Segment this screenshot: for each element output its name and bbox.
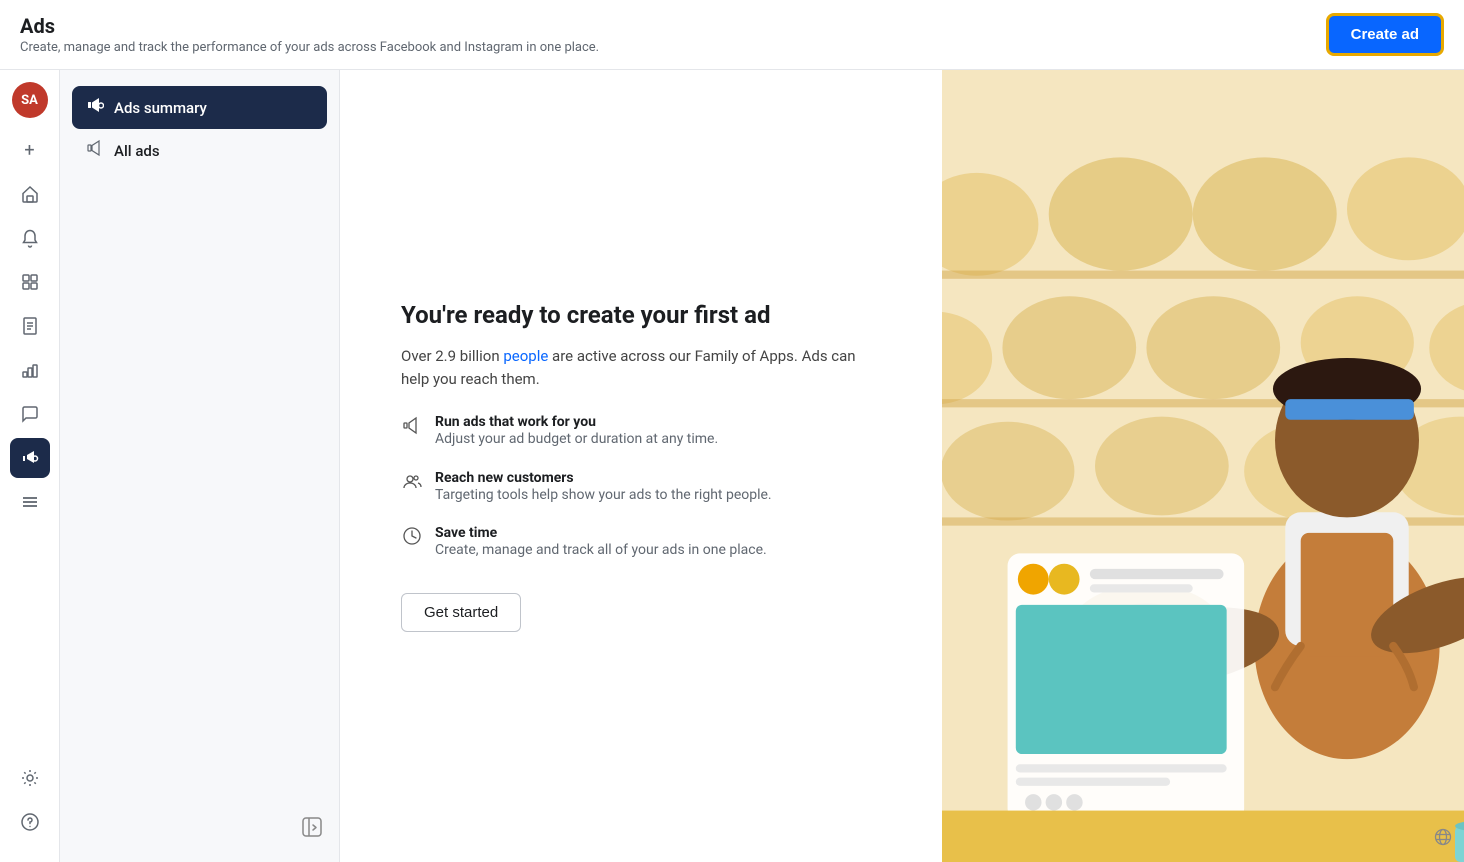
avatar[interactable]: SA xyxy=(12,82,48,118)
all-ads-icon xyxy=(86,139,104,162)
settings-icon[interactable] xyxy=(10,758,50,798)
home-icon[interactable] xyxy=(10,174,50,214)
feature-text-run-ads: Run ads that work for you Adjust your ad… xyxy=(435,414,718,450)
promo-description: Over 2.9 billion people are active acros… xyxy=(401,345,881,390)
get-started-button[interactable]: Get started xyxy=(401,593,521,632)
add-icon[interactable]: + xyxy=(10,130,50,170)
sidebar-item-ads-summary[interactable]: Ads summary xyxy=(72,86,327,129)
icon-sidebar: SA + xyxy=(0,70,60,862)
document-icon[interactable] xyxy=(10,306,50,346)
global-icon[interactable] xyxy=(1434,828,1452,850)
illustration-panel xyxy=(942,70,1464,862)
menu-icon[interactable] xyxy=(10,482,50,522)
page-header: Ads Create, manage and track the perform… xyxy=(0,0,1464,70)
help-icon[interactable] xyxy=(10,802,50,842)
promo-content: You're ready to create your first ad Ove… xyxy=(401,300,881,632)
feature-item-run-ads: Run ads that work for you Adjust your ad… xyxy=(401,414,881,450)
ads-summary-label: Ads summary xyxy=(114,99,207,117)
message-icon[interactable] xyxy=(10,394,50,434)
reach-customers-icon xyxy=(401,471,423,496)
feature-text-reach-customers: Reach new customers Targeting tools help… xyxy=(435,470,772,506)
create-ad-button[interactable]: Create ad xyxy=(1326,13,1444,56)
all-ads-label: All ads xyxy=(114,142,160,160)
sidebar-item-all-ads[interactable]: All ads xyxy=(72,129,327,172)
feature-text-save-time: Save time Create, manage and track all o… xyxy=(435,525,767,561)
main-layout: SA + xyxy=(0,70,1464,862)
grid-icon[interactable] xyxy=(10,262,50,302)
content-area: You're ready to create your first ad Ove… xyxy=(340,70,1464,862)
sidebar-bottom xyxy=(10,758,50,850)
collapse-nav-button[interactable] xyxy=(72,808,327,846)
promo-title: You're ready to create your first ad xyxy=(401,300,881,331)
save-time-icon xyxy=(401,526,423,551)
ads-summary-icon xyxy=(86,96,104,119)
notification-icon[interactable] xyxy=(10,218,50,258)
page-subtitle: Create, manage and track the performance… xyxy=(20,40,599,55)
run-ads-icon xyxy=(401,415,423,440)
page-title: Ads xyxy=(20,14,599,38)
nav-sidebar: Ads summary All ads xyxy=(60,70,340,862)
promo-panel: You're ready to create your first ad Ove… xyxy=(340,70,942,862)
people-link[interactable]: people xyxy=(503,347,548,365)
ads-active-icon[interactable] xyxy=(10,438,50,478)
feature-list: Run ads that work for you Adjust your ad… xyxy=(401,414,881,561)
header-left: Ads Create, manage and track the perform… xyxy=(20,14,599,55)
feature-item-save-time: Save time Create, manage and track all o… xyxy=(401,525,881,561)
feature-item-reach-customers: Reach new customers Targeting tools help… xyxy=(401,470,881,506)
chart-icon[interactable] xyxy=(10,350,50,390)
